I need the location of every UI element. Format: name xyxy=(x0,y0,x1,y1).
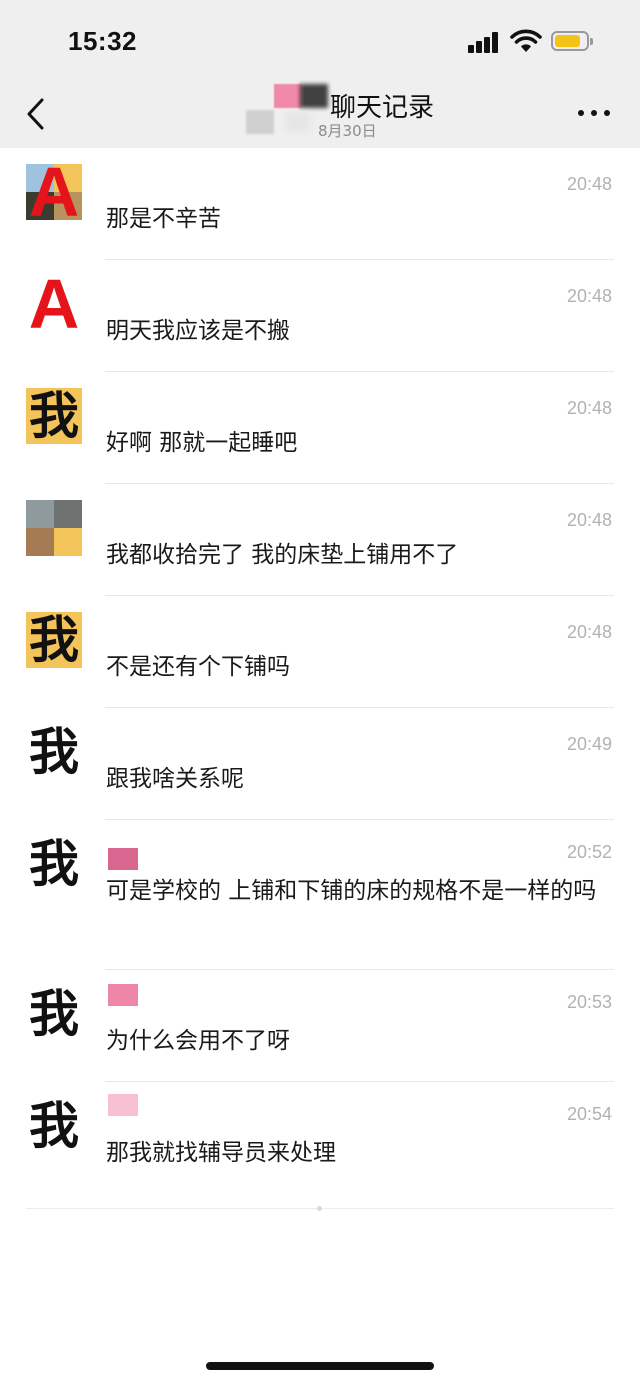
message-text: 为什么会用不了呀 xyxy=(106,1028,290,1054)
message-row[interactable]: 我 20:49 跟我啥关系呢 xyxy=(0,708,640,820)
redacted-avatar-block xyxy=(246,110,274,134)
avatar[interactable] xyxy=(26,500,82,556)
message-row[interactable]: 我 20:53 为什么会用不了呀 xyxy=(0,970,640,1082)
avatar[interactable]: 我 xyxy=(26,986,82,1042)
message-row[interactable]: 我 20:48 不是还有个下铺吗 xyxy=(0,596,640,708)
status-time: 15:32 xyxy=(68,26,137,56)
chat-title-group: 聊天记录 8月30日 xyxy=(246,84,506,144)
redacted-avatar-block xyxy=(300,84,328,108)
redacted-name-block xyxy=(108,1094,138,1116)
avatar[interactable]: 我 xyxy=(26,612,82,668)
message-row[interactable]: A 20:48 那是不辛苦 xyxy=(0,148,640,260)
message-text: 明天我应该是不搬 xyxy=(106,318,290,344)
message-text: 好啊 那就一起睡吧 xyxy=(106,430,298,456)
cellular-signal-icon xyxy=(468,31,502,53)
avatar-letter: 我 xyxy=(29,985,79,1043)
message-row[interactable]: 我 20:52 可是学校的 上铺和下铺的床的规格不是一样的吗 xyxy=(0,820,640,970)
message-text: 不是还有个下铺吗 xyxy=(106,654,290,680)
avatar[interactable]: 我 xyxy=(26,1098,82,1154)
avatar[interactable]: 我 xyxy=(26,388,82,444)
avatar-letter: A xyxy=(28,265,80,343)
message-text: 那我就找辅导员来处理 xyxy=(106,1140,336,1166)
navigation-bar: 聊天记录 8月30日 xyxy=(0,84,640,148)
message-timestamp: 20:48 xyxy=(566,174,612,194)
avatar-letter: 我 xyxy=(29,611,79,669)
message-timestamp: 20:49 xyxy=(566,734,612,754)
message-timestamp: 20:52 xyxy=(566,842,612,862)
avatar-letter: 我 xyxy=(29,1097,79,1155)
avatar-letter: 我 xyxy=(29,723,79,781)
message-text: 我都收拾完了 我的床垫上铺用不了 xyxy=(106,542,459,568)
avatar[interactable]: A xyxy=(26,153,82,231)
message-timestamp: 20:48 xyxy=(566,398,612,418)
message-row[interactable]: 我 20:48 好啊 那就一起睡吧 xyxy=(0,372,640,484)
redacted-avatar-block xyxy=(286,112,310,132)
message-row[interactable]: A 20:48 明天我应该是不搬 xyxy=(0,260,640,372)
page-title: 聊天记录 xyxy=(330,93,435,123)
ellipsis-icon[interactable] xyxy=(578,110,610,118)
message-text: 跟我啥关系呢 xyxy=(106,766,244,792)
home-indicator[interactable] xyxy=(206,1362,434,1370)
message-timestamp: 20:54 xyxy=(566,1104,612,1124)
message-timestamp: 20:48 xyxy=(566,286,612,306)
chevron-left-icon[interactable] xyxy=(20,94,56,134)
page-subtitle-date: 8月30日 xyxy=(318,122,377,140)
message-row[interactable]: 20:48 我都收拾完了 我的床垫上铺用不了 xyxy=(0,484,640,596)
status-bar: 15:32 xyxy=(0,0,640,84)
message-row[interactable]: 我 20:54 那我就找辅导员来处理 xyxy=(0,1082,640,1194)
battery-icon xyxy=(551,31,593,51)
message-text: 可是学校的 上铺和下铺的床的规格不是一样的吗 xyxy=(106,878,597,904)
redacted-name-block xyxy=(108,984,138,1006)
redacted-name-block xyxy=(108,848,138,870)
avatar[interactable]: 我 xyxy=(26,724,82,780)
avatar[interactable]: A xyxy=(26,265,82,343)
message-timestamp: 20:48 xyxy=(566,622,612,642)
avatar[interactable]: 我 xyxy=(26,836,82,892)
redacted-avatar-block xyxy=(274,84,302,108)
avatar-letter: 我 xyxy=(29,835,79,893)
list-end-dot xyxy=(317,1206,322,1211)
avatar-letter: 我 xyxy=(29,387,79,445)
message-text: 那是不辛苦 xyxy=(106,206,221,232)
message-timestamp: 20:53 xyxy=(566,992,612,1012)
message-timestamp: 20:48 xyxy=(566,510,612,530)
wifi-icon xyxy=(510,29,542,52)
avatar-letter: A xyxy=(28,153,80,231)
